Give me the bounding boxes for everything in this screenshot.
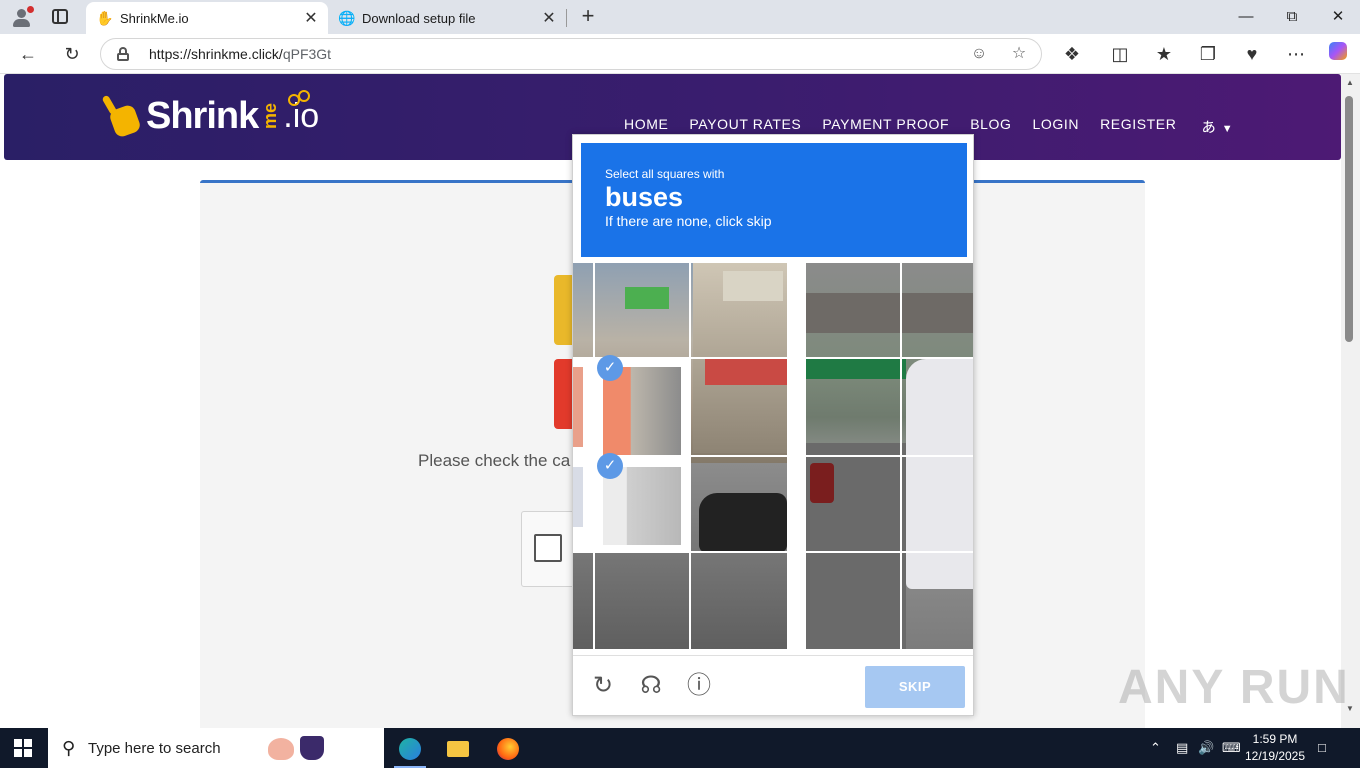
volume-icon[interactable]: 🔊 xyxy=(1198,728,1214,768)
info-icon[interactable]: ⓘ xyxy=(685,672,713,700)
search-placeholder: Type here to search xyxy=(88,740,221,757)
nav-payment-proof[interactable]: PAYMENT PROOF xyxy=(822,116,949,132)
logo-me: me xyxy=(260,102,281,129)
captcha-tile[interactable] xyxy=(806,263,900,357)
captcha-tile[interactable] xyxy=(806,553,900,649)
language-selector[interactable]: ぁ ▼ xyxy=(1200,112,1244,136)
recaptcha-checkbox[interactable] xyxy=(534,534,562,562)
nav-payout-rates[interactable]: PAYOUT RATES xyxy=(689,116,801,132)
captcha-image-grid: ✓ ✓ xyxy=(573,263,973,649)
captcha-tile[interactable] xyxy=(691,263,787,357)
hand-logo-icon xyxy=(101,93,144,139)
page-scrollbar[interactable]: ▲ ▼ xyxy=(1341,74,1360,728)
captcha-tile[interactable] xyxy=(902,457,973,551)
taskbar-clock[interactable]: 1:59 PM 12/19/2025 xyxy=(1244,731,1306,765)
captcha-tile[interactable] xyxy=(902,263,973,357)
scroll-up-icon[interactable]: ▲ xyxy=(1345,78,1355,87)
captcha-footer: ↻ ☊ ⓘ SKIP xyxy=(573,655,973,717)
close-tab-icon[interactable]: ✕ xyxy=(300,8,322,28)
captcha-tile[interactable] xyxy=(691,553,787,649)
extensions-icon[interactable]: ❖ xyxy=(1060,42,1084,66)
captcha-tile[interactable] xyxy=(691,359,787,455)
minimize-button[interactable]: — xyxy=(1226,4,1266,30)
captcha-tile-selected[interactable]: ✓ xyxy=(573,355,689,455)
close-window-button[interactable]: ✕ xyxy=(1318,4,1358,30)
hand-icon: ✋ xyxy=(96,9,114,26)
captcha-tile[interactable] xyxy=(691,457,787,551)
back-button[interactable]: ← xyxy=(16,42,40,66)
anyrun-watermark: ANY RUN xyxy=(1118,661,1350,714)
file-explorer-icon[interactable] xyxy=(438,732,478,764)
tab-title: Download setup file xyxy=(362,10,476,26)
skip-button[interactable]: SKIP xyxy=(865,666,965,708)
main-nav: HOME PAYOUT RATES PAYMENT PROOF BLOG LOG… xyxy=(624,116,1233,136)
clock-time: 1:59 PM xyxy=(1252,732,1298,746)
check-icon: ✓ xyxy=(597,453,623,479)
copilot-icon[interactable] xyxy=(1326,42,1350,66)
keyboard-layout-icon[interactable]: ⌨ xyxy=(1222,728,1241,768)
windows-taskbar: ⚲ Type here to search ▤ ⌃ ▤ 🔊 ⌨ 1:59 PM … xyxy=(0,728,1360,768)
nav-home[interactable]: HOME xyxy=(624,116,668,132)
please-check-text: Please check the ca xyxy=(418,451,571,470)
network-icon[interactable]: ▤ xyxy=(1176,728,1188,768)
captcha-target: buses xyxy=(605,182,684,212)
refresh-button[interactable]: ↻ xyxy=(60,42,84,66)
tab-shrinkme[interactable]: ✋ ShrinkMe.io ✕ xyxy=(86,2,328,34)
profile-avatar-icon[interactable] xyxy=(10,6,34,28)
search-icon: ⚲ xyxy=(62,738,76,758)
nav-register[interactable]: REGISTER xyxy=(1100,116,1176,132)
new-tab-button[interactable]: + xyxy=(576,4,600,30)
lock-icon[interactable] xyxy=(117,47,129,61)
read-aloud-icon[interactable]: ☺ xyxy=(967,43,991,65)
edge-browser-icon[interactable] xyxy=(390,732,430,768)
logo-text: Shrink xyxy=(146,94,259,137)
clock-date: 12/19/2025 xyxy=(1244,749,1306,763)
tray-overflow-icon[interactable]: ⌃ xyxy=(1150,728,1161,768)
tab-separator xyxy=(566,9,567,27)
windows-start-icon[interactable] xyxy=(14,739,32,757)
captcha-tile[interactable] xyxy=(902,553,973,649)
favorites-icon[interactable]: ★ xyxy=(1152,42,1176,66)
check-icon: ✓ xyxy=(597,355,623,381)
translate-icon: ぁ xyxy=(1200,117,1217,136)
logo-rings-icon xyxy=(288,90,312,108)
url-text: https://shrinkme.click/qPF3Gt xyxy=(149,46,332,62)
tab-download-setup[interactable]: 🌐 Download setup file ✕ xyxy=(328,2,566,34)
restore-button[interactable]: ⧉ xyxy=(1272,4,1312,30)
tab-title: ShrinkMe.io xyxy=(120,10,189,26)
notifications-icon[interactable]: □ xyxy=(1318,728,1326,768)
nav-blog[interactable]: BLOG xyxy=(970,116,1011,132)
captcha-tile[interactable] xyxy=(806,457,900,551)
captcha-instruction-line: Select all squares with xyxy=(605,167,725,181)
split-screen-icon[interactable]: ◫ xyxy=(1108,42,1132,66)
nav-login[interactable]: LOGIN xyxy=(1033,116,1080,132)
browser-toolbar: ← ↻ https://shrinkme.click/qPF3Gt ☺ ☆ ❖ … xyxy=(0,34,1360,74)
address-bar[interactable]: https://shrinkme.click/qPF3Gt ☺ ☆ xyxy=(100,38,1042,70)
captcha-tile[interactable] xyxy=(595,263,689,357)
browser-essentials-icon[interactable]: ♥ xyxy=(1240,42,1264,66)
captcha-tile[interactable] xyxy=(902,359,973,455)
captcha-instructions: Select all squares with buses If there a… xyxy=(581,143,967,257)
captcha-tile-selected[interactable]: ✓ xyxy=(573,453,689,553)
reload-icon[interactable]: ↻ xyxy=(589,672,617,700)
scrollbar-thumb[interactable] xyxy=(1345,96,1353,342)
globe-icon: 🌐 xyxy=(338,9,356,26)
site-logo[interactable]: Shrink me .io xyxy=(101,88,319,144)
captcha-challenge: Select all squares with buses If there a… xyxy=(572,134,974,716)
firefox-icon[interactable] xyxy=(488,732,528,764)
favorite-star-icon[interactable]: ☆ xyxy=(1007,43,1031,65)
close-tab-icon[interactable]: ✕ xyxy=(538,8,560,28)
tab-actions-icon[interactable] xyxy=(52,9,68,24)
collections-icon[interactable]: ❐ xyxy=(1196,42,1220,66)
taskbar-search[interactable]: ⚲ Type here to search xyxy=(48,728,384,768)
captcha-hint: If there are none, click skip xyxy=(605,213,772,229)
audio-headphones-icon[interactable]: ☊ xyxy=(637,672,665,700)
chevron-down-icon: ▼ xyxy=(1221,123,1233,135)
captcha-tile[interactable] xyxy=(806,359,900,455)
browser-tab-bar: ✋ ShrinkMe.io ✕ 🌐 Download setup file ✕ … xyxy=(0,0,1360,34)
captcha-tile[interactable] xyxy=(595,553,689,649)
more-menu-icon[interactable]: ⋯ xyxy=(1284,42,1308,66)
task-view-icon[interactable]: ▤ xyxy=(340,732,380,764)
